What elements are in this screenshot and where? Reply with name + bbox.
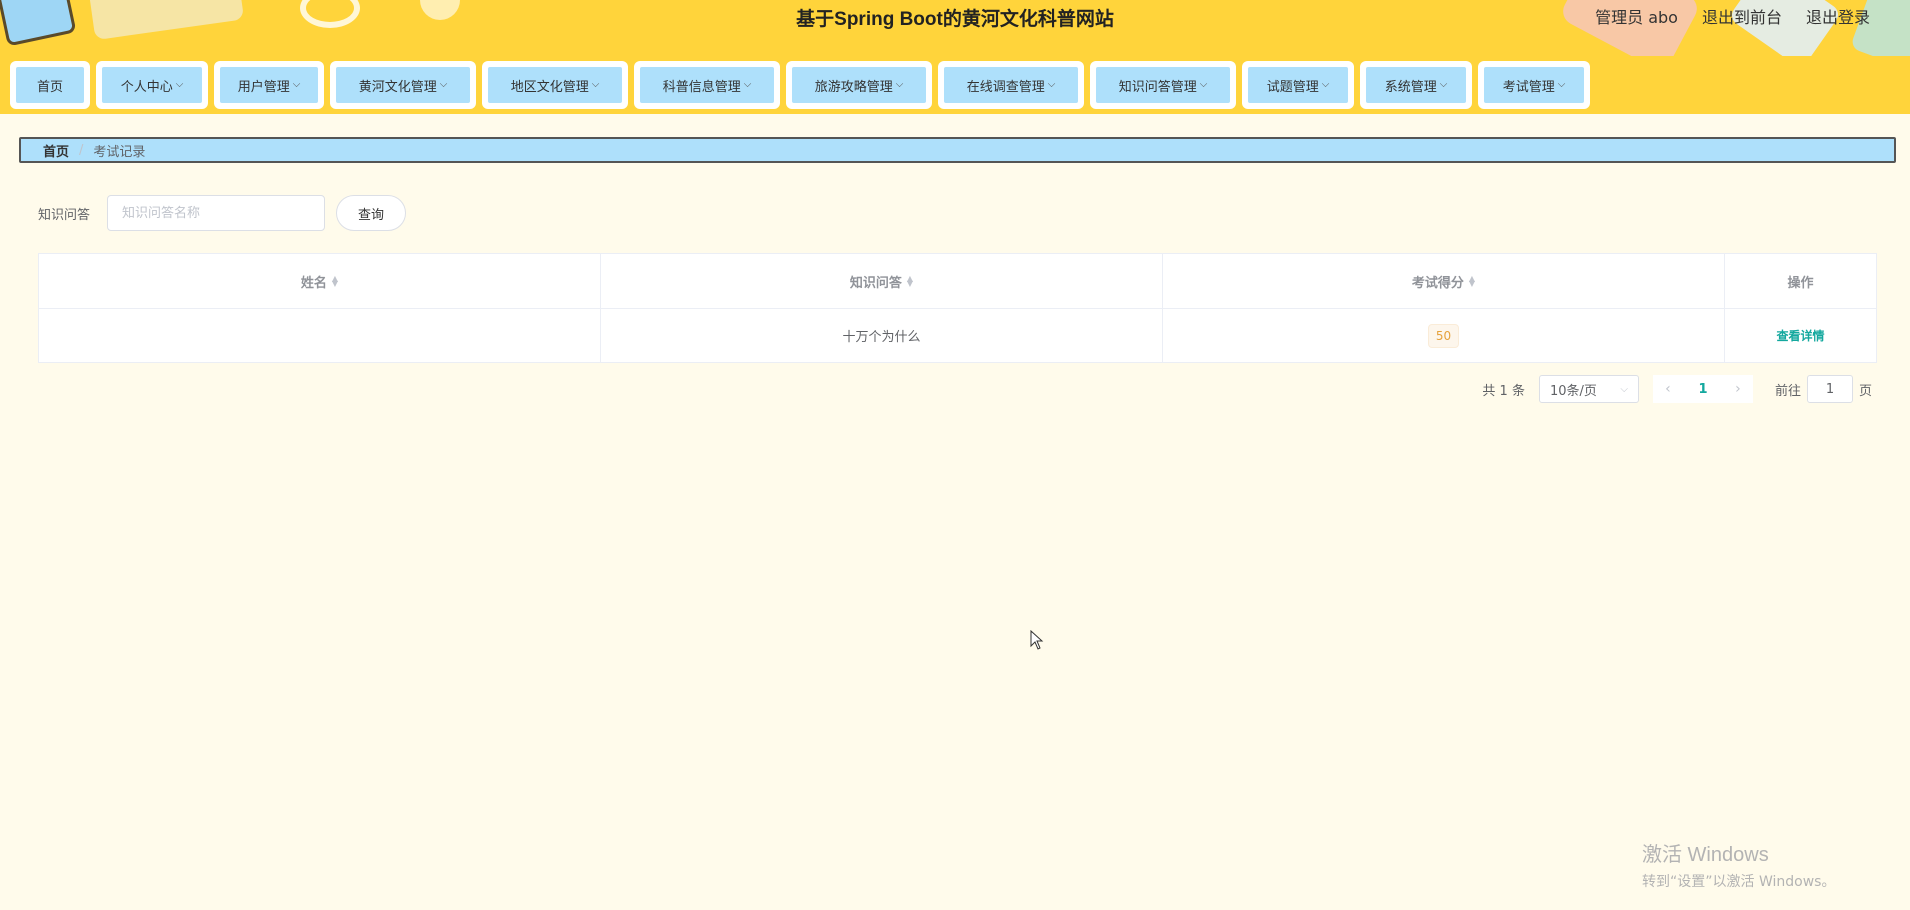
next-page-button[interactable]: › — [1722, 375, 1753, 403]
nav-item-label: 在线调查管理 — [966, 79, 1045, 95]
goto-label: 前往 — [1774, 383, 1801, 399]
table-row: 十万个为什么 50 查看详情 — [39, 308, 1876, 362]
nav-item-label: 黄河文化管理 — [358, 79, 437, 95]
chevron-down-icon: ⌵ — [1199, 78, 1208, 90]
exam-record-table: 姓名 ▲ ▼ 知识问答 ▲ ▼ 考试得分 ▲ ▼ 操作 十万个为什么 50 查看详情 — [38, 253, 1877, 363]
top-header: 基于Spring Boot的黄河文化科普网站 管理员 abo 退出到前台 退出登… — [0, 0, 1910, 56]
prev-page-button[interactable]: ‹ — [1652, 375, 1683, 403]
nav-item-question-management[interactable]: 试题管理 ⌵ — [1242, 61, 1354, 109]
column-header-label: 操作 — [1787, 275, 1814, 291]
column-header-label: 考试得分 — [1411, 275, 1464, 291]
view-detail-link[interactable]: 查看详情 — [1776, 327, 1824, 344]
cell-name — [39, 309, 601, 362]
chevron-down-icon: ⌵ — [1047, 78, 1056, 90]
pagination-total: 共 1 条 — [1482, 383, 1525, 399]
pagination: 共 1 条 10条/页 ⌵ ‹ 1 › 前往 页 — [1482, 375, 1872, 403]
main-nav: 首页 个人中心 ⌵ 用户管理 ⌵ 黄河文化管理 ⌵ 地区文化管理 ⌵ 科普信息管理 ⌵ 旅… — [0, 56, 1910, 114]
search-input[interactable] — [107, 195, 325, 231]
chevron-right-icon: › — [1735, 381, 1741, 397]
goto-page-input[interactable] — [1806, 375, 1853, 403]
mouse-cursor-icon — [1030, 630, 1044, 650]
nav-item-label: 旅游攻略管理 — [814, 79, 893, 95]
chevron-down-icon: ⌵ — [591, 78, 600, 90]
nav-item-label: 科普信息管理 — [662, 79, 741, 95]
breadcrumb-current: 考试记录 — [93, 144, 146, 160]
nav-item-knowledge-qa[interactable]: 知识问答管理 ⌵ — [1090, 61, 1236, 109]
chevron-down-icon: ⌵ — [292, 78, 301, 90]
cell-quiz: 十万个为什么 — [601, 309, 1163, 362]
exit-to-front-link[interactable]: 退出到前台 — [1702, 4, 1782, 28]
nav-item-home[interactable]: 首页 — [10, 61, 90, 109]
watermark-line2: 转到“设置”以激活 Windows。 — [1642, 874, 1836, 890]
nav-item-exam-management[interactable]: 考试管理 ⌵ — [1478, 61, 1590, 109]
nav-item-label: 考试管理 — [1502, 79, 1555, 95]
page-number[interactable]: 1 — [1682, 375, 1723, 403]
page-size-value: 10条/页 — [1549, 383, 1597, 399]
sort-icon[interactable]: ▲ ▼ — [332, 275, 338, 288]
column-header-label: 姓名 — [300, 275, 327, 291]
nav-item-system-management[interactable]: 系统管理 ⌵ — [1360, 61, 1472, 109]
nav-item-label: 系统管理 — [1384, 79, 1437, 95]
breadcrumb-home[interactable]: 首页 — [43, 141, 69, 160]
chevron-down-icon: ⌵ — [895, 78, 904, 90]
search-label: 知识问答 — [38, 208, 91, 223]
chevron-down-icon: ⌵ — [1321, 78, 1330, 90]
nav-item-label: 试题管理 — [1266, 79, 1319, 95]
column-header-quiz[interactable]: 知识问答 ▲ ▼ — [601, 254, 1163, 308]
nav-item-label: 地区文化管理 — [510, 79, 589, 95]
nav-item-label: 首页 — [36, 79, 63, 95]
chevron-down-icon: ⌵ — [1557, 78, 1566, 90]
user-label: 管理员 abo — [1595, 8, 1678, 27]
logout-link[interactable]: 退出登录 — [1806, 4, 1870, 28]
nav-item-label: 用户管理 — [237, 79, 290, 95]
chevron-down-icon: ⌵ — [1439, 78, 1448, 90]
chevron-down-icon: ⌵ — [175, 78, 184, 90]
nav-item-user-management[interactable]: 用户管理 ⌵ — [214, 61, 324, 109]
search-button[interactable]: 查询 — [336, 195, 406, 231]
breadcrumb: 首页 / 考试记录 — [19, 137, 1896, 163]
page-unit: 页 — [1858, 383, 1872, 399]
cell-action: 查看详情 — [1725, 309, 1876, 362]
chevron-down-icon: ⌵ — [1620, 383, 1628, 395]
chevron-left-icon: ‹ — [1665, 381, 1671, 397]
watermark-line1: 激活 Windows — [1642, 844, 1769, 866]
column-header-action: 操作 — [1725, 254, 1876, 308]
column-header-score[interactable]: 考试得分 ▲ ▼ — [1163, 254, 1725, 308]
goto-page: 前往 页 — [1775, 375, 1872, 403]
chevron-down-icon: ⌵ — [439, 78, 448, 90]
sort-icon[interactable]: ▲ ▼ — [907, 275, 913, 288]
sort-icon[interactable]: ▲ ▼ — [1469, 275, 1475, 288]
score-badge: 50 — [1427, 323, 1460, 348]
column-header-name[interactable]: 姓名 ▲ ▼ — [39, 254, 601, 308]
nav-item-label: 个人中心 — [120, 79, 173, 95]
page-size-select[interactable]: 10条/页 ⌵ — [1538, 375, 1639, 403]
windows-activation-watermark: 激活 Windows 转到“设置”以激活 Windows。 — [1642, 838, 1835, 891]
nav-item-online-survey[interactable]: 在线调查管理 ⌵ — [938, 61, 1084, 109]
chevron-down-icon: ⌵ — [743, 78, 752, 90]
cell-score: 50 — [1163, 309, 1725, 362]
table-header-row: 姓名 ▲ ▼ 知识问答 ▲ ▼ 考试得分 ▲ ▼ 操作 — [39, 254, 1876, 308]
nav-item-label: 知识问答管理 — [1118, 79, 1197, 95]
nav-item-science-info[interactable]: 科普信息管理 ⌵ — [634, 61, 780, 109]
user-area: 管理员 abo 退出到前台 退出登录 — [1595, 4, 1870, 28]
nav-item-travel-guide[interactable]: 旅游攻略管理 ⌵ — [786, 61, 932, 109]
nav-item-yellow-river-culture[interactable]: 黄河文化管理 ⌵ — [330, 61, 476, 109]
nav-item-personal-center[interactable]: 个人中心 ⌵ — [96, 61, 208, 109]
breadcrumb-separator: / — [79, 142, 84, 158]
column-header-label: 知识问答 — [849, 275, 902, 291]
nav-item-regional-culture[interactable]: 地区文化管理 ⌵ — [482, 61, 628, 109]
